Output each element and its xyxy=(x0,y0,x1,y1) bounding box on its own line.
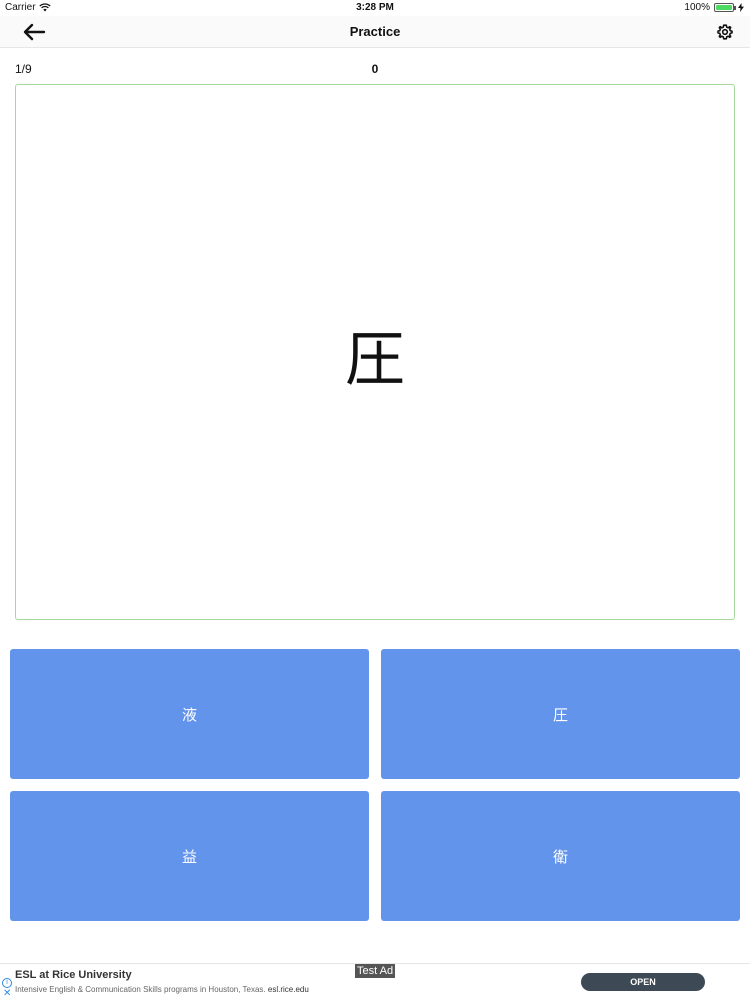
battery-percent: 100% xyxy=(684,2,710,13)
answer-button-3[interactable]: 益 xyxy=(10,791,369,921)
ad-close-icon[interactable]: ✕ xyxy=(3,989,11,999)
ad-description: Intensive English & Communication Skills… xyxy=(15,985,309,994)
settings-button[interactable] xyxy=(714,21,736,43)
navigation-bar: Practice xyxy=(0,16,750,48)
question-kanji: 圧 xyxy=(345,324,405,395)
score-counter: 0 xyxy=(371,62,379,76)
battery-status: 100% xyxy=(684,2,744,13)
answer-button-1[interactable]: 液 xyxy=(10,649,369,779)
ad-url: esl.rice.edu xyxy=(267,985,309,994)
gear-icon xyxy=(717,24,733,40)
ad-body-text: Intensive English & Communication Skills… xyxy=(15,985,266,994)
ad-open-button[interactable]: OPEN xyxy=(581,973,705,991)
status-bar: Carrier 3:28 PM 100% xyxy=(0,0,750,16)
battery-icon xyxy=(714,3,736,12)
ad-info-icon[interactable]: i xyxy=(2,978,12,988)
charging-icon xyxy=(738,3,744,12)
answer-button-2[interactable]: 圧 xyxy=(381,649,740,779)
answer-button-4[interactable]: 衛 xyxy=(381,791,740,921)
status-time: 3:28 PM xyxy=(356,2,394,13)
question-card: 圧 xyxy=(15,84,735,620)
ad-title: ESL at Rice University xyxy=(15,969,132,981)
ad-banner[interactable]: Test Ad i ✕ ESL at Rice University Inten… xyxy=(0,963,750,1000)
page-title: Practice xyxy=(349,24,401,39)
test-ad-label: Test Ad xyxy=(355,964,396,978)
